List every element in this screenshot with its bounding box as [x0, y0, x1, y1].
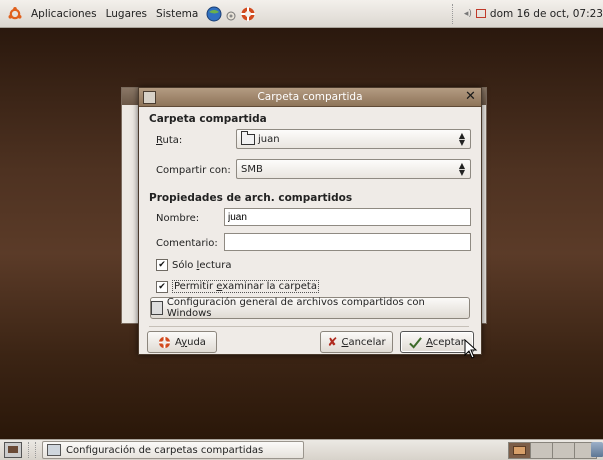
path-combo[interactable]: juan ▲ ▼: [236, 129, 471, 149]
general-share-config-button[interactable]: Configuración general de archivos compar…: [150, 297, 470, 319]
allow-browse-checkbox[interactable]: ✔ Permitir examinar la carpeta: [156, 280, 319, 293]
accept-check-icon: [409, 336, 422, 349]
mail-client-icon[interactable]: [224, 7, 238, 21]
section-shared-folder: Carpeta compartida: [149, 113, 267, 125]
help-button[interactable]: Ayuda: [147, 331, 217, 353]
ubuntu-logo-icon: [8, 6, 22, 21]
top-panel: Aplicaciones Lugares Sistema ◂) dom 16 d…: [0, 0, 603, 28]
menu-lugares[interactable]: Lugares: [103, 8, 150, 20]
menu-sistema[interactable]: Sistema: [153, 8, 201, 20]
workspace-3[interactable]: [552, 442, 575, 459]
section-share-properties: Propiedades de arch. compartidos: [149, 192, 353, 204]
taskbar-item-shared-folders[interactable]: Configuración de carpetas compartidas: [42, 441, 304, 459]
comment-label: Comentario:: [156, 238, 218, 249]
show-desktop-icon[interactable]: [4, 442, 22, 458]
cancel-x-icon: ✘: [327, 335, 338, 349]
close-icon[interactable]: ✕: [464, 90, 477, 103]
checkbox-check-icon: ✔: [156, 259, 168, 271]
config-document-icon: [151, 301, 163, 315]
workspace-1[interactable]: [508, 442, 531, 459]
share-with-combo[interactable]: SMB ▲ ▼: [236, 159, 471, 179]
network-icon[interactable]: [475, 9, 486, 18]
help-lifebuoy-icon[interactable]: [240, 6, 256, 22]
workspace-switcher[interactable]: [508, 442, 597, 459]
web-browser-icon[interactable]: [206, 6, 222, 22]
folder-icon: [241, 130, 255, 145]
dialog-titlebar[interactable]: Carpeta compartida ✕: [139, 88, 481, 107]
combo-arrows-icon: ▲ ▼: [458, 131, 465, 147]
readonly-checkbox[interactable]: ✔ Sólo lectura: [156, 259, 231, 271]
name-label: Nombre:: [156, 213, 200, 224]
workspace-2[interactable]: [530, 442, 553, 459]
window-menu-icon[interactable]: [143, 91, 156, 104]
share-with-value: SMB: [241, 163, 263, 175]
mouse-pointer-icon: [464, 339, 478, 359]
menu-aplicaciones[interactable]: Aplicaciones: [28, 8, 100, 20]
combo-arrows-icon: ▲ ▼: [458, 161, 465, 177]
checkbox-check-icon: ✔: [156, 280, 168, 293]
volume-icon[interactable]: ◂): [464, 9, 472, 19]
dialog-title: Carpeta compartida: [257, 91, 363, 103]
window-icon: [47, 444, 61, 456]
bottom-panel: Configuración de carpetas compartidas: [0, 439, 603, 460]
shared-folder-dialog: Carpeta compartida ✕ Carpeta compartida …: [138, 87, 482, 355]
accept-button[interactable]: Aceptar: [400, 331, 474, 353]
help-lifebuoy-icon: [158, 336, 171, 348]
cancel-button[interactable]: ✘ Cancelar: [320, 331, 393, 353]
share-with-label: Compartir con:: [156, 165, 231, 176]
clock[interactable]: dom 16 de oct, 07:23: [490, 8, 603, 20]
path-label: Ruta:: [156, 135, 183, 146]
comment-field[interactable]: [224, 233, 471, 251]
trash-icon[interactable]: [591, 442, 603, 457]
path-value: juan: [258, 133, 280, 145]
name-field[interactable]: [224, 208, 471, 226]
